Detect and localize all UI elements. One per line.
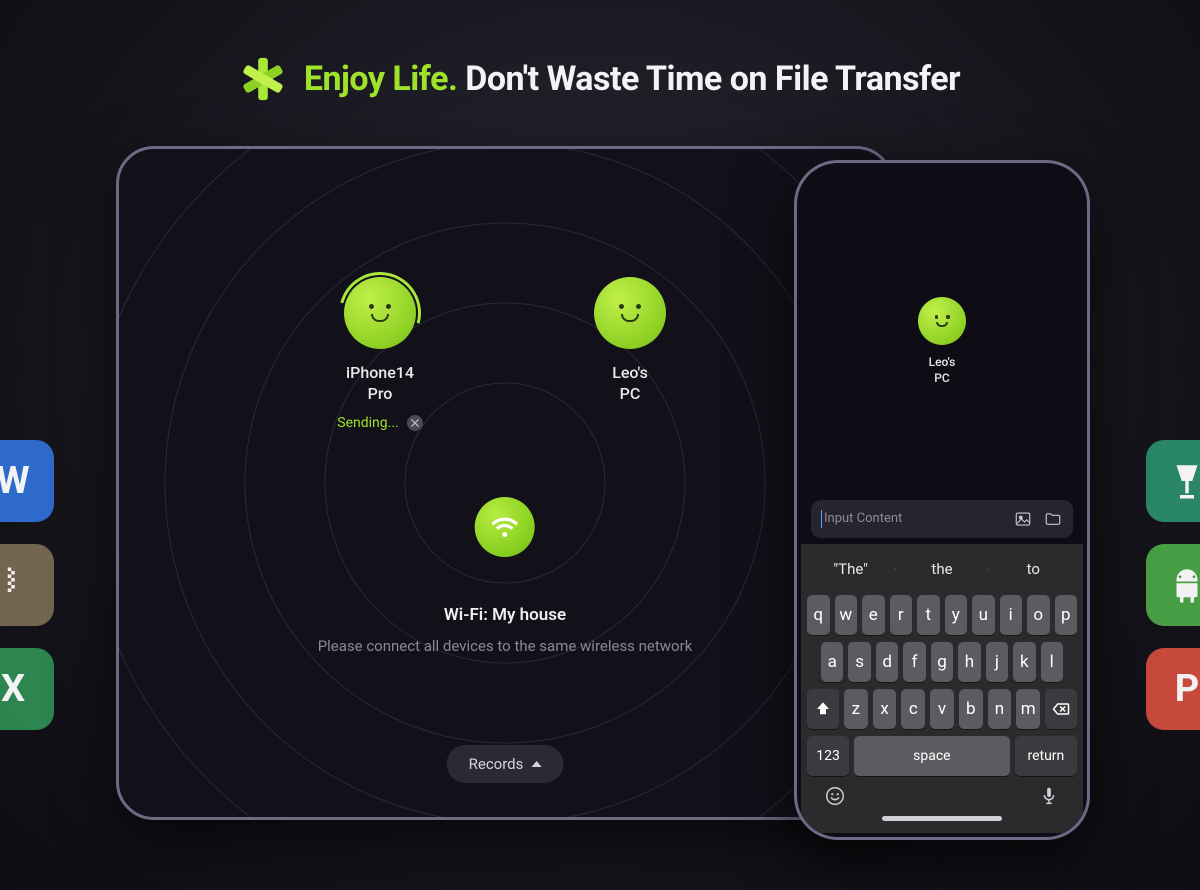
bg-tile (1146, 544, 1200, 626)
key-space[interactable]: space (854, 736, 1010, 776)
key-p[interactable]: p (1055, 595, 1078, 635)
key-e[interactable]: e (862, 595, 885, 635)
shift-icon (814, 700, 832, 718)
emoji-icon (824, 785, 846, 807)
headline-text: Enjoy Life. Don't Waste Time on File Tra… (304, 59, 960, 99)
suggestion[interactable]: the (896, 560, 987, 578)
wifi-network-label: Wi-Fi: My house (444, 605, 566, 625)
keyboard-suggestions: "The" the to (805, 550, 1079, 588)
key-w[interactable]: w (835, 595, 858, 635)
phone-device-leos-pc[interactable]: Leo's PC (918, 297, 966, 386)
content-input-bar[interactable]: Input Content (811, 500, 1073, 538)
keyboard-bottom-row (805, 776, 1079, 810)
key-r[interactable]: r (890, 595, 913, 635)
cancel-send-button[interactable] (407, 415, 423, 431)
device-name-label: iPhone14 Pro (346, 363, 414, 405)
key-return[interactable]: return (1015, 736, 1077, 776)
device-name-label: Leo's PC (612, 363, 648, 405)
device-avatar (344, 277, 416, 349)
keyboard-row-1: q w e r t y u i o p (805, 595, 1079, 635)
wifi-hint-label: Please connect all devices to the same w… (318, 637, 693, 655)
device-avatar (918, 297, 966, 345)
close-icon (411, 419, 419, 427)
wifi-status: Wi-Fi: My house Please connect all devic… (318, 497, 693, 655)
key-q[interactable]: q (807, 595, 830, 635)
key-d[interactable]: d (876, 642, 898, 682)
wifi-icon-circle[interactable] (475, 497, 535, 557)
attach-image-button[interactable] (1013, 509, 1033, 529)
tablet-mockup: iPhone14 Pro Sending... Leo's PC (116, 146, 894, 820)
content-input-placeholder: Input Content (821, 510, 1003, 528)
ios-keyboard: "The" the to q w e r t y u i o p a s d f (801, 544, 1083, 833)
key-u[interactable]: u (972, 595, 995, 635)
key-shift[interactable] (807, 689, 839, 729)
wifi-icon (490, 512, 520, 542)
key-k[interactable]: k (1013, 642, 1035, 682)
bg-tile: P (1146, 648, 1200, 730)
face-icon (613, 304, 647, 322)
android-icon (1166, 564, 1200, 606)
key-t[interactable]: t (917, 595, 940, 635)
lamp-icon (1166, 460, 1200, 502)
face-icon (363, 304, 397, 322)
key-i[interactable]: i (1000, 595, 1023, 635)
device-list: iPhone14 Pro Sending... Leo's PC (127, 277, 883, 431)
headline-rest: Don't Waste Time on File Transfer (465, 59, 960, 99)
key-m[interactable]: m (1016, 689, 1040, 729)
bg-tile (1146, 440, 1200, 522)
attach-file-button[interactable] (1043, 509, 1063, 529)
headline-accent: Enjoy Life. (304, 59, 457, 99)
bg-tile: X (0, 648, 54, 730)
app-logo-icon (240, 56, 286, 102)
emoji-button[interactable] (823, 784, 847, 808)
key-y[interactable]: y (945, 595, 968, 635)
suggestion[interactable]: "The" (805, 560, 896, 578)
keyboard-row-3: z x c v b n m (805, 689, 1079, 729)
phone-mockup: Leo's PC Input Content "The" the to q w … (794, 160, 1090, 840)
key-s[interactable]: s (848, 642, 870, 682)
sending-status-label: Sending... (337, 415, 398, 431)
radar-rings (116, 146, 894, 820)
dictation-button[interactable] (1037, 784, 1061, 808)
device-iphone14pro[interactable]: iPhone14 Pro Sending... (310, 277, 450, 431)
chevron-up-icon (531, 761, 541, 767)
keyboard-row-4: 123 space return (805, 736, 1079, 776)
key-g[interactable]: g (931, 642, 953, 682)
face-icon (931, 315, 954, 327)
key-n[interactable]: n (988, 689, 1012, 729)
keyboard-row-2: a s d f g h j k l (805, 642, 1079, 682)
key-b[interactable]: b (959, 689, 983, 729)
device-avatar (594, 277, 666, 349)
key-j[interactable]: j (986, 642, 1008, 682)
bg-tile (0, 544, 54, 626)
records-button-label: Records (469, 755, 524, 773)
zip-icon (0, 564, 34, 606)
key-c[interactable]: c (901, 689, 925, 729)
suggestion[interactable]: to (988, 560, 1079, 578)
key-a[interactable]: a (821, 642, 843, 682)
device-leos-pc[interactable]: Leo's PC (560, 277, 700, 431)
home-indicator[interactable] (882, 816, 1002, 821)
bg-tile: W (0, 440, 54, 522)
key-x[interactable]: x (873, 689, 897, 729)
image-icon (1014, 510, 1032, 528)
key-z[interactable]: z (844, 689, 868, 729)
key-123[interactable]: 123 (807, 736, 849, 776)
key-backspace[interactable] (1045, 689, 1077, 729)
key-o[interactable]: o (1027, 595, 1050, 635)
backspace-icon (1051, 699, 1071, 719)
headline: Enjoy Life. Don't Waste Time on File Tra… (0, 56, 1200, 102)
key-f[interactable]: f (903, 642, 925, 682)
microphone-icon (1038, 785, 1060, 807)
key-l[interactable]: l (1041, 642, 1063, 682)
key-v[interactable]: v (930, 689, 954, 729)
folder-icon (1044, 510, 1062, 528)
key-h[interactable]: h (958, 642, 980, 682)
records-button[interactable]: Records (447, 745, 564, 783)
device-status: Sending... (337, 415, 422, 431)
device-name-label: Leo's PC (929, 355, 956, 386)
